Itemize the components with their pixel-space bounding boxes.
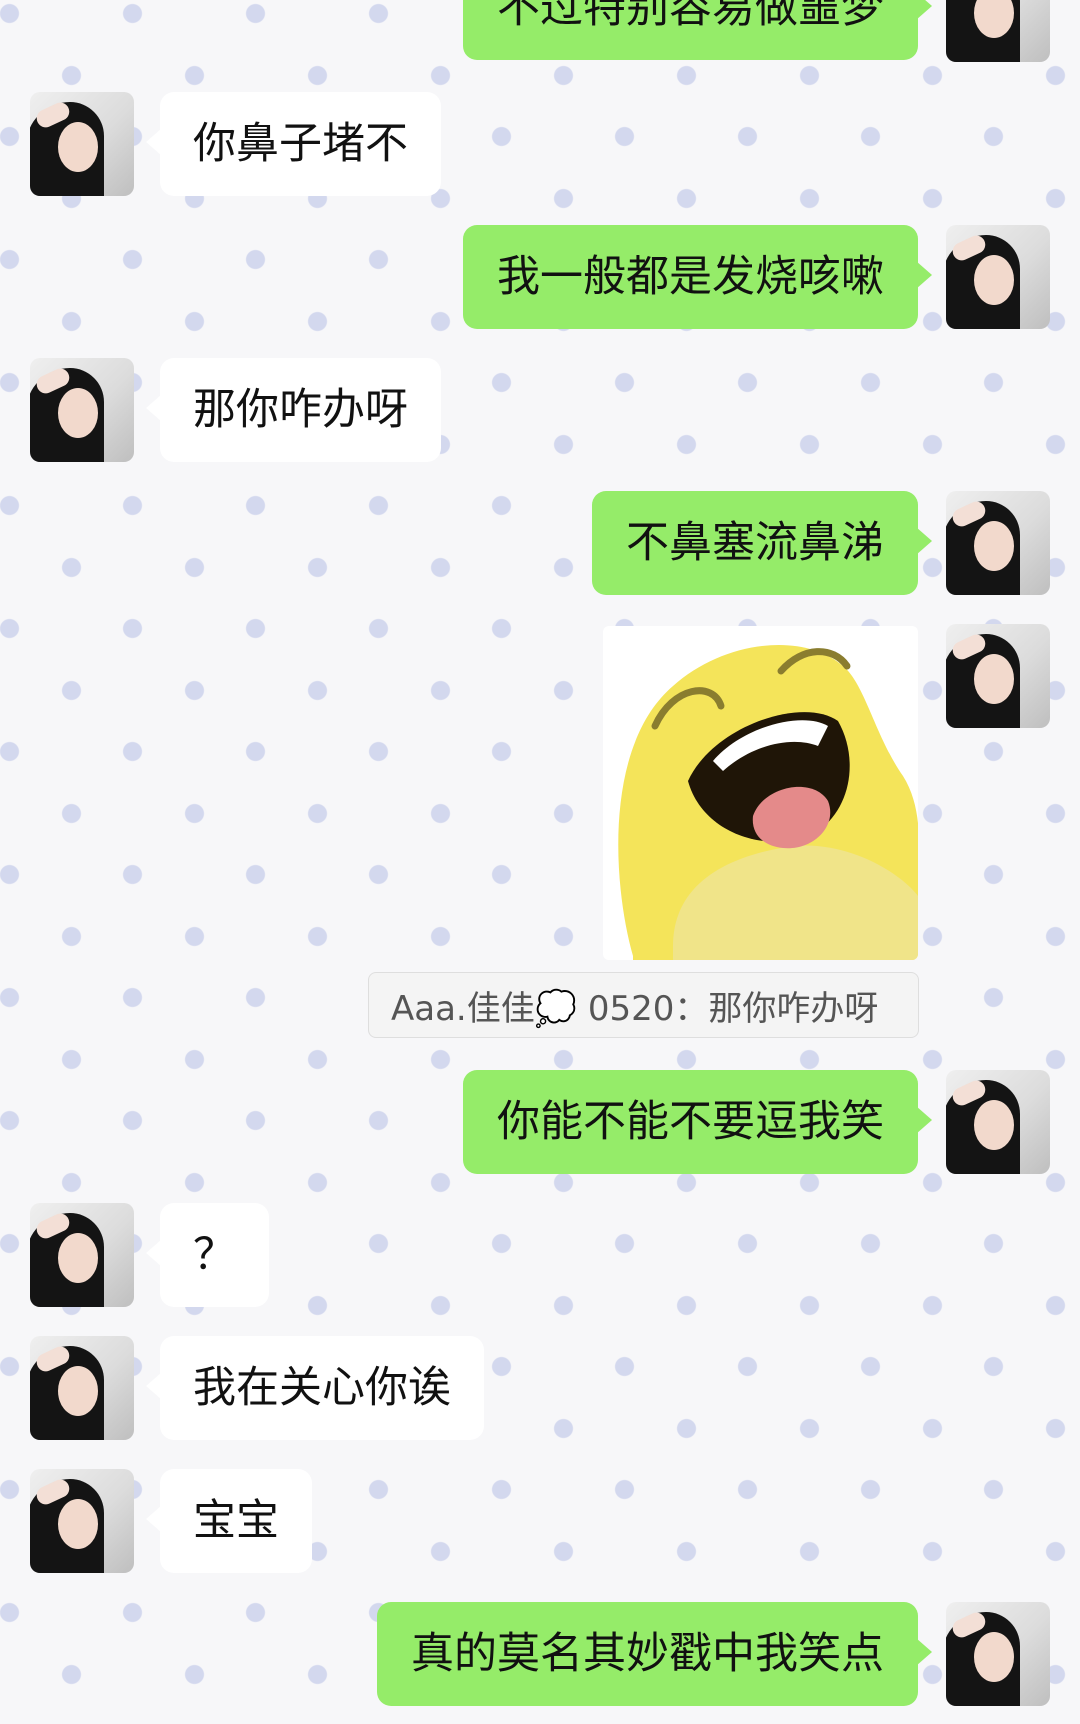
- contact-avatar[interactable]: [30, 358, 134, 462]
- my-avatar[interactable]: [946, 624, 1050, 728]
- sticker-image: [618, 644, 918, 960]
- contact-avatar[interactable]: [30, 92, 134, 196]
- my-avatar[interactable]: [946, 491, 1050, 595]
- message-bubble-outgoing[interactable]: 你能不能不要逗我笑: [463, 1070, 932, 1174]
- message-bubble-incoming[interactable]: 你鼻子堵不: [146, 92, 441, 196]
- contact-avatar[interactable]: [30, 1203, 134, 1307]
- my-avatar[interactable]: [946, 1602, 1050, 1706]
- message-bubble-outgoing[interactable]: 不过特别容易做噩梦: [463, 0, 932, 60]
- my-avatar[interactable]: [946, 225, 1050, 329]
- message-bubble-incoming[interactable]: 我在关心你诶: [146, 1336, 484, 1440]
- contact-avatar[interactable]: [30, 1469, 134, 1573]
- my-avatar[interactable]: [946, 1070, 1050, 1174]
- message-bubble-incoming[interactable]: ？: [146, 1203, 269, 1307]
- message-bubble-incoming[interactable]: 那你咋办呀: [146, 358, 441, 462]
- contact-avatar[interactable]: [30, 1336, 134, 1440]
- laughing-yellow-bird-sticker[interactable]: [603, 626, 918, 960]
- my-avatar[interactable]: [946, 0, 1050, 62]
- message-bubble-outgoing[interactable]: 真的莫名其妙戳中我笑点: [377, 1602, 932, 1706]
- quoted-message[interactable]: Aaa.佳佳💭 0520：那你咋办呀: [368, 972, 919, 1038]
- message-bubble-outgoing[interactable]: 不鼻塞流鼻涕: [592, 491, 932, 595]
- message-bubble-outgoing[interactable]: 我一般都是发烧咳嗽: [463, 225, 932, 329]
- message-bubble-incoming[interactable]: 宝宝: [146, 1469, 312, 1573]
